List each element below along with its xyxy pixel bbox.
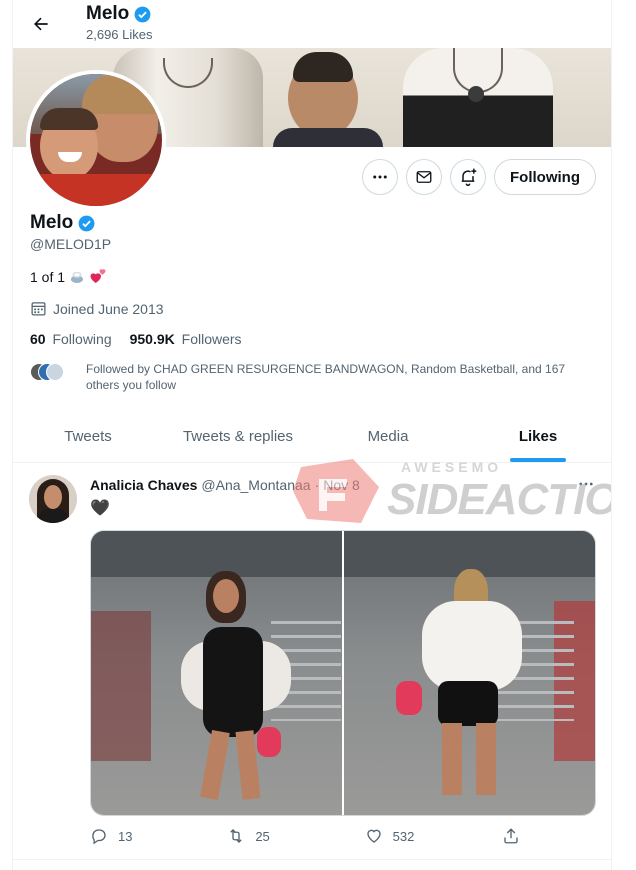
joined-date: Joined June 2013 — [30, 300, 164, 317]
header-title-text: Melo — [86, 3, 130, 24]
more-button[interactable] — [362, 159, 398, 195]
tweet-photo-1[interactable] — [91, 531, 342, 815]
tweet-author-handle[interactable]: @Ana_Montanaa — [201, 477, 310, 493]
message-button[interactable] — [406, 159, 442, 195]
bio-text: 1 of 1 — [30, 269, 66, 285]
joined-date-text: Joined June 2013 — [53, 300, 164, 317]
followers-stat[interactable]: 950.9K Followers — [130, 331, 242, 347]
profile-avatar[interactable] — [26, 70, 166, 210]
profile-bio: 1 of 1 — [30, 268, 107, 286]
tweet-author-name[interactable]: Analicia Chaves — [90, 477, 197, 493]
arrow-left-icon — [34, 17, 48, 31]
tweet[interactable]: Analicia Chaves @Ana_Montanaa · Nov 8 🖤 — [13, 463, 611, 860]
followers-label: Followers — [181, 331, 242, 347]
reply-count: 13 — [118, 828, 133, 844]
envelope-icon — [416, 171, 432, 183]
tweet-photo-2[interactable] — [344, 531, 595, 815]
following-stat[interactable]: 60 Following — [30, 331, 112, 347]
tweet-header: Analicia Chaves @Ana_Montanaa · Nov 8 — [90, 477, 360, 493]
profile-stats: 60 Following 950.9K Followers — [30, 331, 242, 347]
tab-media[interactable]: Media — [313, 410, 463, 462]
profile-tabs: Tweets Tweets & replies Media Likes — [13, 410, 611, 463]
tab-tweets-replies[interactable]: Tweets & replies — [163, 410, 313, 462]
tab-label: Likes — [518, 427, 558, 445]
more-dots-icon — [579, 482, 593, 486]
followed-by[interactable]: Followed by CHAD GREEN RESURGENCE BANDWA… — [30, 361, 590, 393]
tweet-date[interactable]: Nov 8 — [323, 477, 360, 493]
reply-icon — [92, 829, 106, 845]
notifications-button[interactable] — [450, 159, 486, 195]
header-title: Melo — [86, 3, 152, 25]
following-count: 60 — [30, 331, 46, 347]
tweet-text: 🖤 — [90, 500, 110, 517]
verified-badge-icon — [134, 6, 151, 22]
followers-count: 950.9K — [129, 331, 175, 347]
tab-label: Tweets & replies — [182, 427, 294, 445]
header-likes-count: 2,696 Likes — [86, 27, 153, 42]
followed-by-avatars — [30, 363, 78, 381]
hearts-emoji-icon — [90, 269, 106, 283]
following-button[interactable]: Following — [494, 159, 596, 195]
share-icon — [504, 828, 518, 844]
tweet-media[interactable] — [90, 530, 596, 816]
like-button[interactable]: 532 — [365, 827, 475, 845]
following-label: Following — [52, 331, 112, 347]
active-tab-indicator — [510, 458, 566, 462]
retweet-button[interactable]: 25 — [227, 827, 337, 845]
verified-badge-icon — [78, 215, 95, 231]
profile-name-text: Melo — [30, 212, 74, 233]
tweet-author-avatar[interactable] — [29, 475, 77, 523]
avatar — [46, 363, 64, 381]
retweet-count: 25 — [255, 828, 270, 844]
tweet-separator: · — [314, 477, 320, 493]
like-count: 532 — [392, 828, 415, 844]
profile-name: Melo — [30, 212, 96, 234]
share-button[interactable] — [502, 827, 520, 845]
profile-handle: @MELOD1P — [30, 236, 112, 252]
tweet-more-button[interactable] — [575, 473, 597, 495]
calendar-icon — [31, 302, 46, 316]
bell-plus-icon — [461, 168, 477, 187]
tab-label: Tweets — [64, 427, 112, 445]
tab-tweets[interactable]: Tweets — [13, 410, 163, 462]
ring-emoji-icon — [71, 271, 84, 283]
tab-label: Media — [367, 427, 409, 445]
tweet-actions: 13 25 532 — [90, 827, 520, 845]
followed-by-text: Followed by CHAD GREEN RESURGENCE BANDWA… — [86, 362, 566, 392]
heart-icon — [366, 829, 381, 843]
retweet-icon — [230, 829, 243, 843]
back-button[interactable] — [27, 10, 55, 38]
more-dots-icon — [373, 175, 387, 179]
reply-button[interactable]: 13 — [90, 827, 200, 845]
tab-likes[interactable]: Likes — [463, 410, 611, 462]
profile-column: Melo 2,696 Likes Following Melo @MELOD1P… — [12, 0, 612, 870]
top-bar: Melo 2,696 Likes — [13, 0, 611, 48]
